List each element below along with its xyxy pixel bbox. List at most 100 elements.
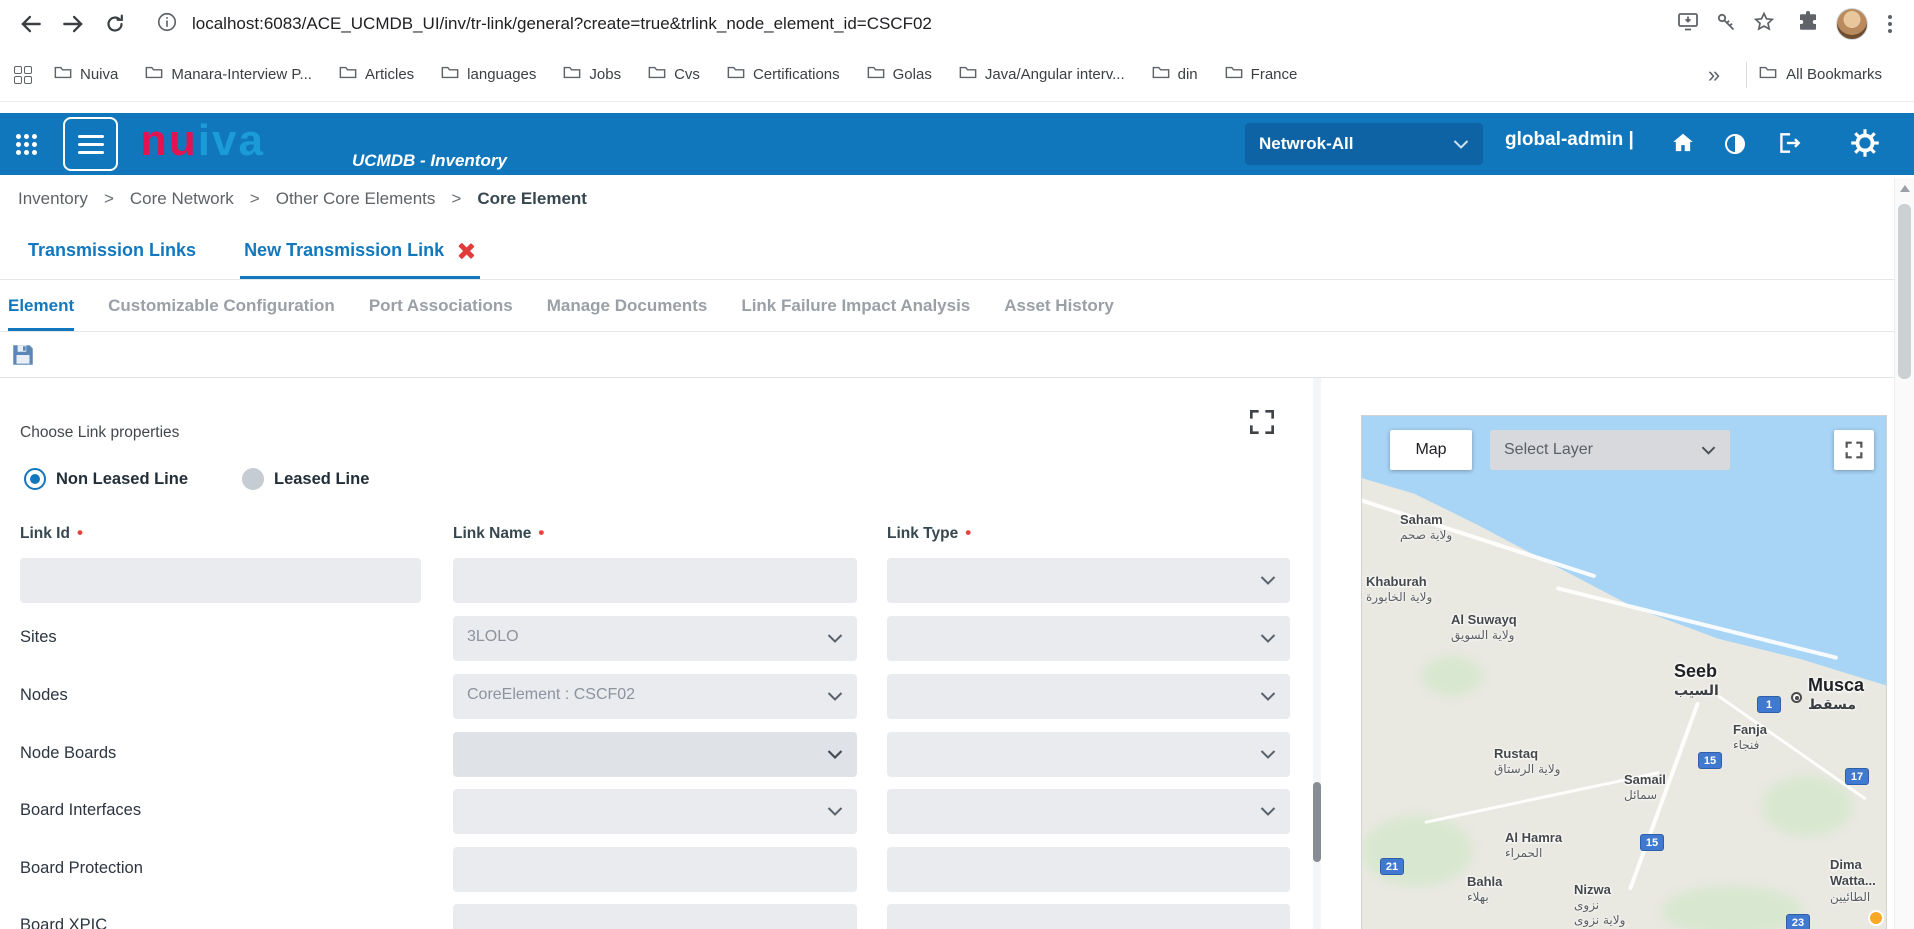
- radio-unselected-icon: [242, 468, 264, 490]
- bookmark-item[interactable]: Certifications: [727, 65, 840, 84]
- map-place: Nizwaنزوىولاية نزوى: [1574, 882, 1625, 928]
- folder-icon: [339, 65, 357, 84]
- bookmarks-grid-icon[interactable]: [14, 66, 32, 84]
- link-type-select[interactable]: [887, 558, 1290, 603]
- chevron-down-icon: [1260, 750, 1276, 759]
- map-place: Rustaqولاية الرستاق: [1494, 746, 1560, 777]
- map-type-button[interactable]: Map: [1390, 430, 1472, 470]
- subtab-link-failure-impact-analysis[interactable]: Link Failure Impact Analysis: [741, 280, 970, 331]
- sites-select[interactable]: 3LOLO: [453, 616, 857, 661]
- board-xpic-secondary-input[interactable]: [887, 904, 1290, 929]
- board-xpic-input[interactable]: [453, 904, 857, 929]
- fullscreen-icon[interactable]: [1240, 400, 1284, 444]
- close-tab-icon[interactable]: [456, 241, 476, 261]
- logged-in-user: global-admin |: [1505, 129, 1634, 151]
- url-input[interactable]: localhost:6083/ACE_UCMDB_UI/inv/tr-link/…: [142, 3, 1790, 45]
- page-scrollbar-thumb[interactable]: [1898, 204, 1911, 379]
- link-name-input[interactable]: [453, 558, 857, 603]
- contrast-theme-icon[interactable]: [1723, 132, 1747, 156]
- extensions-icon[interactable]: [1796, 10, 1820, 39]
- breadcrumb-item[interactable]: Core Network: [130, 189, 234, 209]
- page-scrollbar[interactable]: [1894, 178, 1914, 929]
- bookmark-item[interactable]: languages: [441, 65, 536, 84]
- board-interfaces-secondary-select[interactable]: [887, 789, 1290, 834]
- subtab-element[interactable]: Element: [8, 280, 74, 331]
- breadcrumb-item[interactable]: Inventory: [18, 189, 88, 209]
- bookmark-item[interactable]: Cvs: [648, 65, 700, 84]
- forward-icon[interactable]: [52, 3, 94, 45]
- home-icon[interactable]: [1670, 130, 1696, 156]
- map-green-area: [1422, 656, 1482, 696]
- folder-icon: [727, 65, 745, 84]
- folder-icon: [145, 65, 163, 84]
- board-protection-secondary-input[interactable]: [887, 847, 1290, 892]
- folder-icon: [563, 65, 581, 84]
- sites-secondary-select[interactable]: [887, 616, 1290, 661]
- chevron-down-icon: [827, 750, 843, 759]
- route-shield: 17: [1845, 768, 1869, 785]
- element-form-panel: Choose Link properties Non Leased Line L…: [0, 378, 1322, 929]
- board-interfaces-select[interactable]: [453, 789, 857, 834]
- settings-gear-icon[interactable]: [1850, 128, 1880, 158]
- bookmark-item[interactable]: France: [1225, 65, 1298, 84]
- folder-icon: [867, 65, 885, 84]
- save-button[interactable]: [10, 342, 36, 368]
- panel-scrollbar-thumb[interactable]: [1313, 782, 1321, 862]
- bookmark-item[interactable]: Java/Angular interv...: [959, 65, 1125, 84]
- app-logo: nuiva: [140, 115, 265, 167]
- reload-icon[interactable]: [94, 3, 136, 45]
- map-fullscreen-icon[interactable]: [1834, 430, 1874, 470]
- chrome-menu-icon[interactable]: [1884, 11, 1896, 37]
- nodes-select[interactable]: CoreElement : CSCF02: [453, 674, 857, 719]
- field-label-link-name: Link Name•: [453, 524, 544, 543]
- bookmark-item[interactable]: Golas: [867, 65, 932, 84]
- map-place: Samailسمائل: [1624, 772, 1666, 803]
- breadcrumb-item[interactable]: Other Core Elements: [276, 189, 436, 209]
- logout-icon[interactable]: [1776, 130, 1802, 156]
- panel-scrollbar[interactable]: [1313, 378, 1321, 929]
- nodes-value: CoreElement : CSCF02: [467, 686, 635, 704]
- folder-icon: [648, 65, 666, 84]
- subtab-port-associations[interactable]: Port Associations: [369, 280, 513, 331]
- node-boards-select[interactable]: [453, 732, 857, 777]
- profile-avatar[interactable]: [1836, 8, 1868, 40]
- bookmark-item[interactable]: Manara-Interview P...: [145, 65, 312, 84]
- map-panel[interactable]: Sahamولاية صحم Khaburahولاية الخابورة Al…: [1361, 415, 1887, 929]
- row-label-board-xpic: Board XPIC: [20, 916, 107, 929]
- subtab-asset-history[interactable]: Asset History: [1004, 280, 1114, 331]
- browser-toolbar: localhost:6083/ACE_UCMDB_UI/inv/tr-link/…: [0, 0, 1914, 48]
- apps-grid-icon[interactable]: [16, 134, 37, 155]
- bookmark-item[interactable]: din: [1152, 65, 1198, 84]
- bookmarks-overflow-chevron[interactable]: »: [1694, 62, 1734, 88]
- bookmark-item[interactable]: Articles: [339, 65, 414, 84]
- radio-leased-line[interactable]: Leased Line: [242, 468, 369, 490]
- link-id-input[interactable]: [20, 558, 421, 603]
- field-label-link-type: Link Type•: [887, 524, 971, 543]
- subtab-customizable-configuration[interactable]: Customizable Configuration: [108, 280, 335, 331]
- scroll-up-arrow[interactable]: [1900, 185, 1910, 192]
- tab-transmission-links[interactable]: Transmission Links: [28, 222, 196, 279]
- bookmark-star-icon[interactable]: [1752, 10, 1776, 39]
- map-place: Seebالسيب: [1674, 660, 1719, 700]
- network-select[interactable]: Netwrok-All: [1245, 123, 1483, 165]
- radio-non-leased-line[interactable]: Non Leased Line: [24, 468, 188, 490]
- nodes-secondary-select[interactable]: [887, 674, 1290, 719]
- chevron-down-icon: [1701, 446, 1716, 455]
- install-icon[interactable]: [1676, 10, 1700, 39]
- subtab-manage-documents[interactable]: Manage Documents: [547, 280, 708, 331]
- page-info-icon[interactable]: [156, 11, 178, 38]
- password-key-icon[interactable]: [1714, 10, 1738, 39]
- bookmark-item[interactable]: Jobs: [563, 65, 621, 84]
- bookmark-item[interactable]: Nuiva: [54, 65, 118, 84]
- all-bookmarks-button[interactable]: All Bookmarks: [1759, 65, 1882, 84]
- node-boards-secondary-select[interactable]: [887, 732, 1290, 777]
- back-icon[interactable]: [10, 3, 52, 45]
- board-protection-input[interactable]: [453, 847, 857, 892]
- tab-new-transmission-link[interactable]: New Transmission Link: [244, 222, 476, 279]
- folder-icon: [1759, 65, 1777, 84]
- hamburger-menu-button[interactable]: [63, 117, 118, 171]
- layer-select[interactable]: Select Layer: [1490, 430, 1730, 470]
- map-green-area: [1362, 816, 1472, 886]
- folder-icon: [1225, 65, 1243, 84]
- pegman-icon: [1868, 910, 1884, 926]
